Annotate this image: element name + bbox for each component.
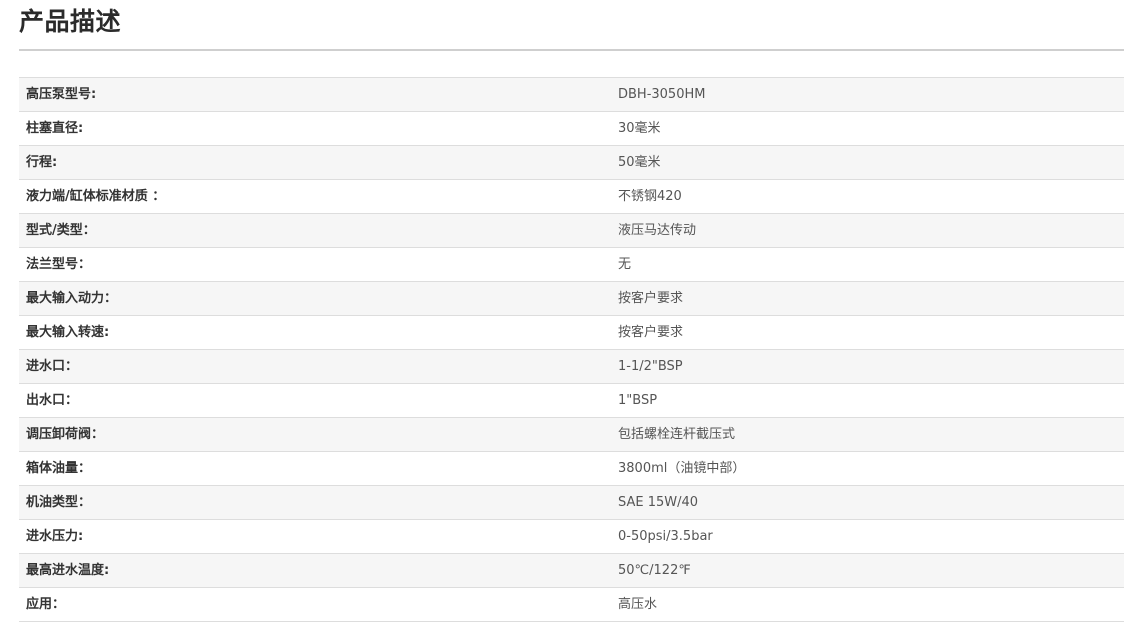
- spec-value: 1-1/2"BSP: [618, 358, 683, 374]
- spec-label: 型式/类型：: [26, 222, 96, 238]
- spec-value: DBH-3050HM: [618, 86, 706, 102]
- table-row: 行程: 50毫米: [19, 145, 1124, 180]
- spec-label: 最大输入转速:: [26, 324, 110, 340]
- table-row: 最高进水温度: 50℃/122℉: [19, 553, 1124, 588]
- spec-label: 调压卸荷阀：: [26, 426, 105, 442]
- title-divider: [19, 49, 1124, 51]
- spec-label: 机油类型：: [26, 494, 92, 510]
- spec-value: 按客户要求: [618, 290, 684, 306]
- table-row: 箱体油量： 3800ml（油镜中部）: [19, 451, 1124, 486]
- spec-value: 30毫米: [618, 120, 661, 136]
- spec-value: 液压马达传动: [618, 222, 697, 238]
- spec-label: 行程:: [26, 154, 58, 170]
- table-row: 机油类型： SAE 15W/40: [19, 485, 1124, 520]
- table-row: 型式/类型： 液压马达传动: [19, 213, 1124, 248]
- table-row: 最大输入转速: 按客户要求: [19, 315, 1124, 350]
- spec-value: 50毫米: [618, 154, 661, 170]
- spec-table: 高压泵型号: DBH-3050HM 柱塞直径: 30毫米 行程: 50毫米 液力…: [19, 77, 1124, 622]
- spec-value: 无: [618, 256, 632, 272]
- spec-value: 不锈钢420: [618, 188, 682, 204]
- spec-value: 0-50psi/3.5bar: [618, 528, 713, 544]
- spec-label: 出水口：: [26, 392, 79, 408]
- table-row: 应用： 高压水: [19, 587, 1124, 622]
- spec-value: 3800ml（油镜中部）: [618, 460, 746, 476]
- spec-label: 最大输入动力：: [26, 290, 118, 306]
- spec-value: 50℃/122℉: [618, 562, 691, 578]
- table-row: 法兰型号： 无: [19, 247, 1124, 282]
- spec-label: 法兰型号：: [26, 256, 92, 272]
- spec-label: 应用：: [26, 596, 66, 612]
- table-row: 进水口： 1-1/2"BSP: [19, 349, 1124, 384]
- page-title: 产品描述: [19, 7, 122, 36]
- table-row: 出水口： 1"BSP: [19, 383, 1124, 418]
- table-row: 柱塞直径: 30毫米: [19, 111, 1124, 146]
- table-row: 最大输入动力： 按客户要求: [19, 281, 1124, 316]
- spec-value: SAE 15W/40: [618, 494, 699, 510]
- spec-value: 按客户要求: [618, 324, 684, 340]
- spec-value: 高压水: [618, 596, 658, 612]
- table-row: 液力端/缸体标准材质 ： 不锈钢420: [19, 179, 1124, 214]
- spec-label: 进水压力:: [26, 528, 84, 544]
- spec-label: 进水口：: [26, 358, 79, 374]
- table-row: 进水压力: 0-50psi/3.5bar: [19, 519, 1124, 554]
- spec-label: 液力端/缸体标准材质 ：: [26, 188, 166, 204]
- spec-value: 包括螺栓连杆截压式: [618, 426, 736, 442]
- spec-label: 箱体油量：: [26, 460, 92, 476]
- spec-label: 高压泵型号:: [26, 86, 97, 102]
- table-row: 高压泵型号: DBH-3050HM: [19, 77, 1124, 112]
- table-row: 调压卸荷阀： 包括螺栓连杆截压式: [19, 417, 1124, 452]
- spec-value: 1"BSP: [618, 392, 658, 408]
- spec-label: 最高进水温度:: [26, 562, 110, 578]
- spec-label: 柱塞直径:: [26, 120, 84, 136]
